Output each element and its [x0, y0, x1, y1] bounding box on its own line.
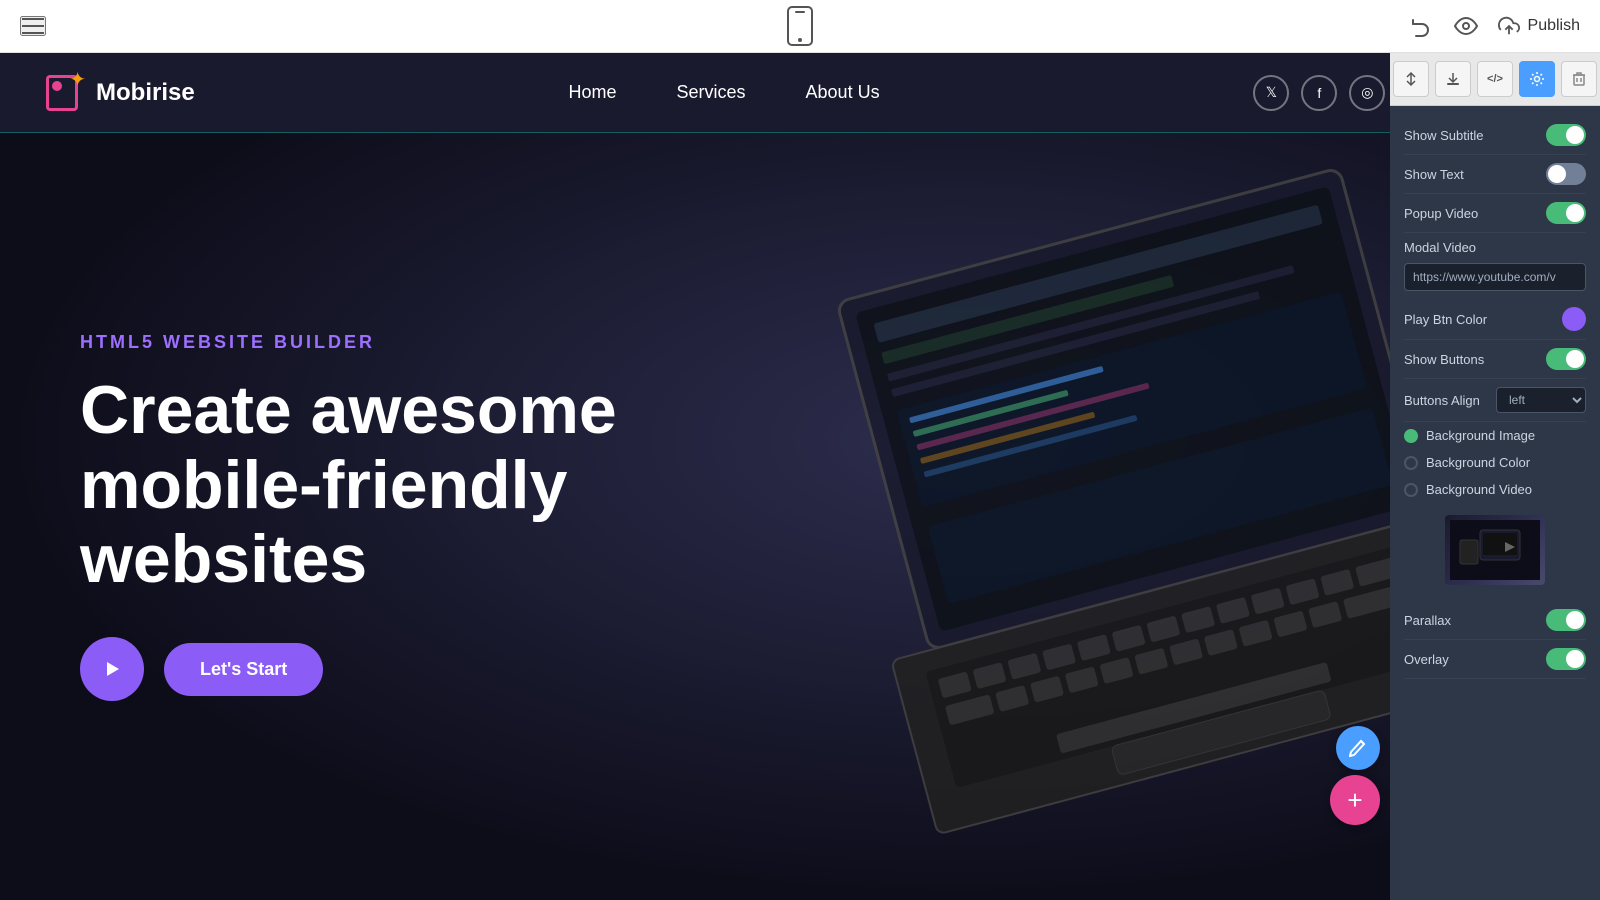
hero-content: HTML5 WEBSITE BUILDER Create awesome mob… — [0, 332, 700, 701]
hero-title-line2: mobile-friendly websites — [80, 447, 567, 598]
nav-home[interactable]: Home — [568, 82, 616, 103]
parallax-row: Parallax — [1404, 601, 1586, 640]
top-toolbar: Publish — [0, 0, 1600, 53]
add-icon: + — [1347, 785, 1362, 816]
lets-start-button[interactable]: Let's Start — [164, 643, 323, 696]
modal-video-section: Modal Video — [1404, 233, 1586, 299]
toolbar-center — [786, 6, 814, 46]
toolbar-left — [20, 16, 46, 36]
show-buttons-label: Show Buttons — [1404, 352, 1484, 367]
publish-button[interactable]: Publish — [1498, 15, 1580, 37]
hero-title: Create awesome mobile-friendly websites — [80, 373, 700, 597]
bg-video-row[interactable]: Background Video — [1404, 476, 1586, 503]
play-btn-color-row: Play Btn Color — [1404, 299, 1586, 340]
nav-services[interactable]: Services — [677, 82, 746, 103]
add-fab-button[interactable]: + — [1330, 775, 1380, 825]
nav-about[interactable]: About Us — [806, 82, 880, 103]
site-logo: ✦ Mobirise — [40, 71, 195, 115]
modal-video-label: Modal Video — [1404, 240, 1476, 255]
site-nav: ✦ Mobirise Home Services About Us 𝕏 f ◎ … — [0, 53, 1600, 133]
hero-buttons: Let's Start — [80, 637, 700, 701]
facebook-icon[interactable]: f — [1301, 75, 1337, 111]
show-text-toggle[interactable] — [1546, 163, 1586, 185]
buttons-align-row: Buttons Align left center right — [1404, 379, 1586, 422]
settings-button[interactable] — [1519, 61, 1555, 97]
buttons-align-label: Buttons Align — [1404, 393, 1480, 408]
popup-video-row: Popup Video — [1404, 194, 1586, 233]
overlay-toggle[interactable] — [1546, 648, 1586, 670]
bg-color-label: Background Color — [1426, 455, 1530, 470]
bg-video-radio[interactable] — [1404, 483, 1418, 497]
sun-icon: ✦ — [69, 67, 86, 92]
bg-color-radio[interactable] — [1404, 456, 1418, 470]
modal-video-input[interactable] — [1404, 263, 1586, 291]
edit-fab-button[interactable] — [1336, 726, 1380, 770]
overlay-label: Overlay — [1404, 652, 1449, 667]
show-subtitle-toggle[interactable] — [1546, 124, 1586, 146]
toolbar-right: Publish — [1410, 14, 1580, 38]
parallax-label: Parallax — [1404, 613, 1451, 628]
parallax-toggle[interactable] — [1546, 609, 1586, 631]
buttons-align-select[interactable]: left center right — [1496, 387, 1586, 413]
sort-button[interactable] — [1393, 61, 1429, 97]
nav-links: Home Services About Us — [568, 82, 879, 103]
bg-thumbnail-container — [1404, 503, 1586, 601]
popup-video-label: Popup Video — [1404, 206, 1478, 221]
show-text-row: Show Text — [1404, 155, 1586, 194]
show-buttons-toggle[interactable] — [1546, 348, 1586, 370]
hero-subtitle: HTML5 WEBSITE BUILDER — [80, 332, 700, 353]
download-button[interactable] — [1435, 61, 1471, 97]
preview-button[interactable] — [1454, 14, 1478, 38]
play-btn-color-label: Play Btn Color — [1404, 312, 1487, 327]
preview-area: ✦ Mobirise Home Services About Us 𝕏 f ◎ … — [0, 53, 1600, 900]
logo-text: Mobirise — [96, 79, 195, 107]
settings-panel: </> Show Subt — [1390, 53, 1600, 900]
hamburger-menu[interactable] — [20, 16, 46, 36]
bg-image-radio[interactable] — [1404, 429, 1418, 443]
undo-button[interactable] — [1410, 14, 1434, 38]
phone-preview-icon[interactable] — [786, 6, 814, 46]
bg-color-row[interactable]: Background Color — [1404, 449, 1586, 476]
code-button[interactable]: </> — [1477, 61, 1513, 97]
bg-video-label: Background Video — [1426, 482, 1532, 497]
hero-title-line1: Create awesome — [80, 372, 617, 448]
overlay-row: Overlay — [1404, 640, 1586, 679]
twitter-icon[interactable]: 𝕏 — [1253, 75, 1289, 111]
play-video-button[interactable] — [80, 637, 144, 701]
publish-label: Publish — [1528, 17, 1580, 35]
logo-icon: ✦ — [40, 71, 84, 115]
bg-image-label: Background Image — [1426, 428, 1535, 443]
popup-video-toggle[interactable] — [1546, 202, 1586, 224]
instagram-icon[interactable]: ◎ — [1349, 75, 1385, 111]
delete-button[interactable] — [1561, 61, 1597, 97]
show-subtitle-label: Show Subtitle — [1404, 128, 1484, 143]
show-buttons-row: Show Buttons — [1404, 340, 1586, 379]
website-preview: ✦ Mobirise Home Services About Us 𝕏 f ◎ … — [0, 53, 1600, 900]
panel-toolbar: </> — [1390, 53, 1600, 106]
bg-thumbnail[interactable] — [1445, 515, 1545, 585]
play-btn-color-picker[interactable] — [1562, 307, 1586, 331]
show-subtitle-row: Show Subtitle — [1404, 116, 1586, 155]
social-links: 𝕏 f ◎ — [1253, 75, 1385, 111]
bg-image-row[interactable]: Background Image — [1404, 422, 1586, 449]
show-text-label: Show Text — [1404, 167, 1464, 182]
panel-content: Show Subtitle Show Text Popup Video Moda… — [1390, 106, 1600, 900]
